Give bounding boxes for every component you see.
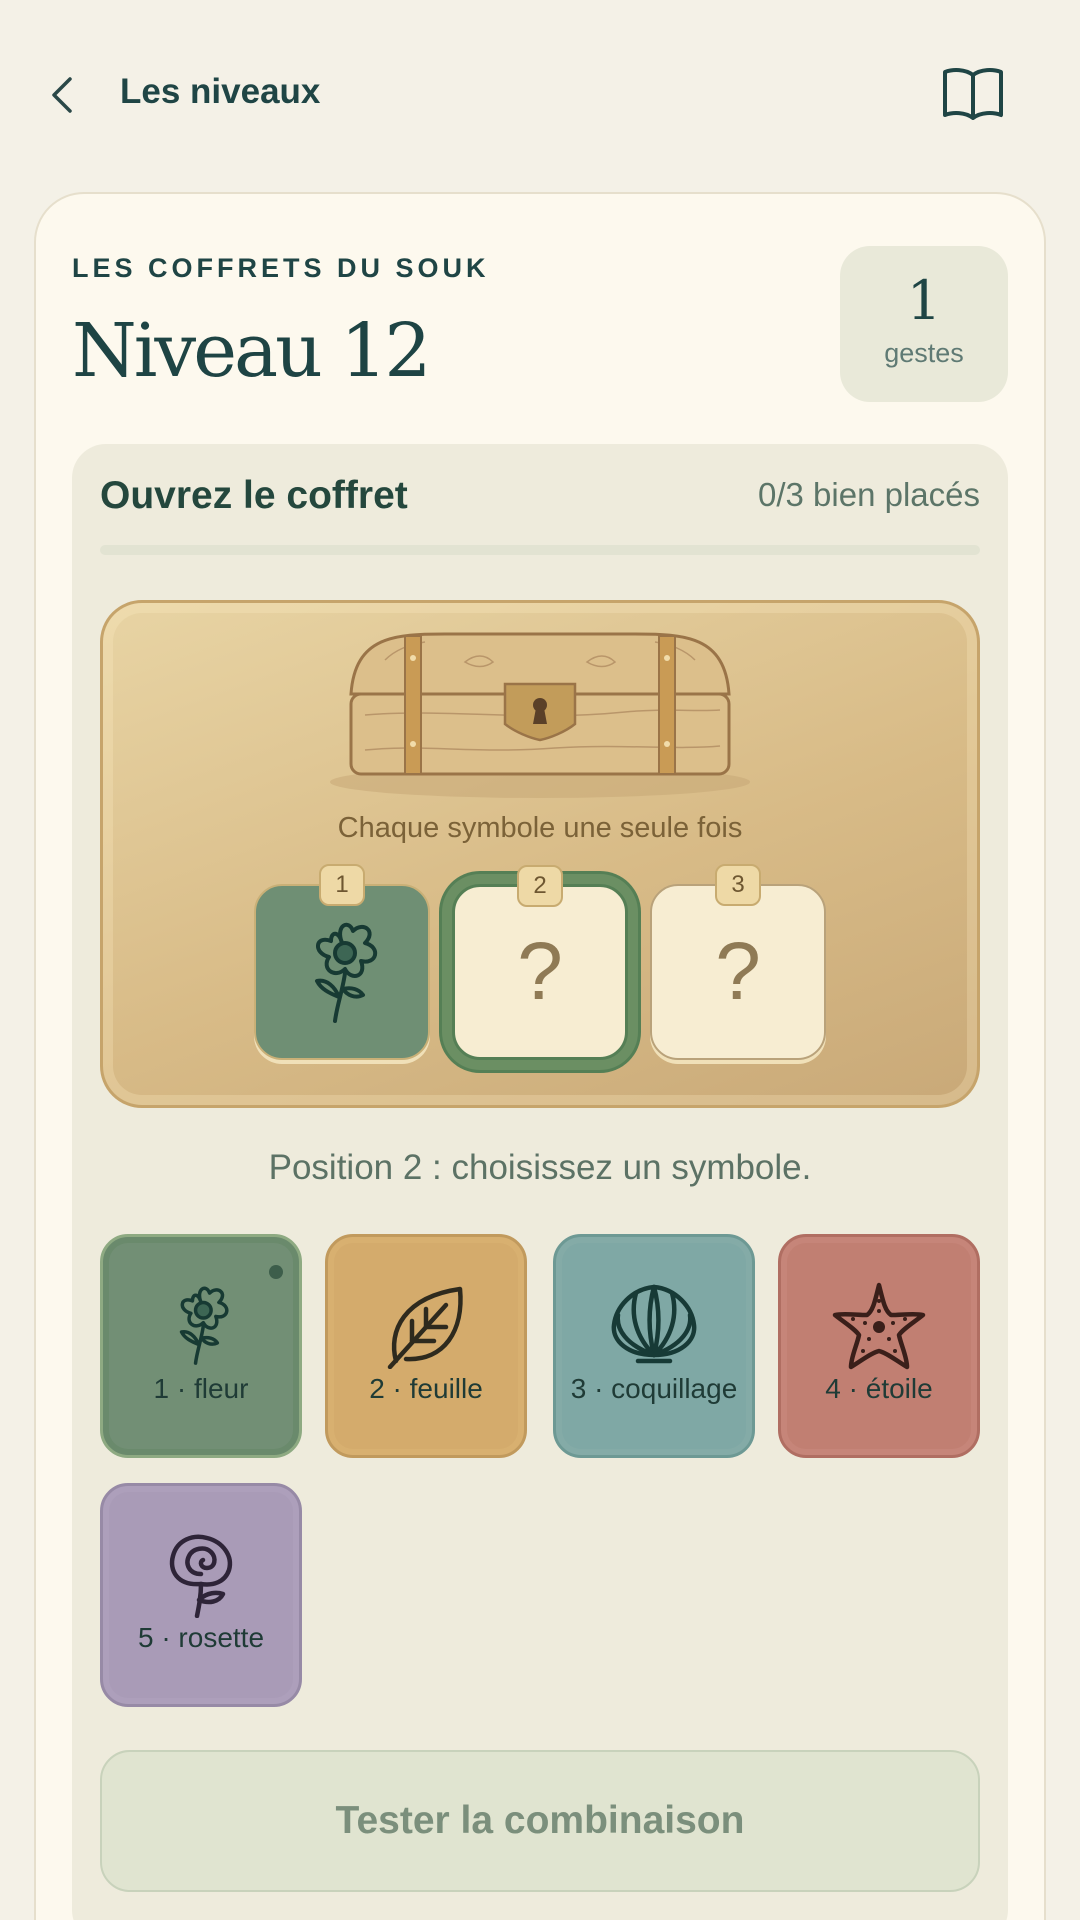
symbol-label: 1 · fleur: [153, 1373, 249, 1404]
puzzle-title: Ouvrez le coffret: [100, 474, 408, 517]
slot-placeholder: ?: [517, 926, 563, 1017]
symbol-button-coquillage[interactable]: 3 · coquillage: [553, 1234, 755, 1458]
code-slot-1[interactable]: 1: [254, 864, 430, 1060]
moves-label: gestes: [884, 338, 964, 368]
instruction-text: Position 2 : choisissez un symbole.: [268, 1148, 812, 1187]
slot-placeholder: ?: [715, 926, 761, 1017]
rose-icon: [169, 1534, 233, 1618]
code-slot-3[interactable]: 3 ?: [650, 864, 826, 1060]
flower-icon: [315, 922, 377, 1023]
shell-icon: [611, 1284, 697, 1364]
chevron-left-icon: [52, 77, 72, 113]
slot-number: 2: [517, 865, 563, 907]
moves-counter: 1 gestes: [840, 246, 1008, 402]
rule-text: Chaque symbole une seule fois: [337, 812, 743, 844]
starfish-icon: [832, 1282, 926, 1370]
placed-status: 0/3 bien placés: [758, 476, 980, 513]
back-label[interactable]: Les niveaux: [120, 72, 320, 112]
symbol-button-etoile[interactable]: 4 · étoile: [778, 1234, 980, 1458]
page-title: Niveau 12: [72, 308, 431, 394]
slot-number: 3: [715, 864, 761, 906]
moves-value: 1: [906, 269, 942, 332]
slot-number: 1: [319, 864, 365, 906]
test-combination-button[interactable]: Tester la combinaison: [100, 1750, 980, 1892]
top-bar: Les niveaux: [0, 0, 1080, 190]
symbol-button-fleur[interactable]: 1 · fleur: [100, 1234, 302, 1458]
leaf-icon: [387, 1286, 463, 1369]
treasure-chest-icon: [330, 632, 750, 798]
symbol-label: 5 · rosette: [137, 1622, 265, 1653]
code-slot-2[interactable]: 2 ?: [452, 865, 628, 1060]
open-book-icon: [943, 68, 1003, 120]
symbol-button-feuille[interactable]: 2 · feuille: [325, 1234, 527, 1458]
symbol-label: 2 · feuille: [369, 1373, 483, 1404]
rules-book-button[interactable]: [938, 62, 1008, 126]
progress-bar: [100, 545, 980, 555]
used-indicator: [269, 1265, 283, 1279]
symbol-label: 3 · coquillage: [570, 1373, 738, 1404]
symbol-button-rosette[interactable]: 5 · rosette: [100, 1483, 302, 1707]
flower-icon: [179, 1286, 229, 1365]
back-button[interactable]: [40, 70, 84, 120]
symbol-label: 4 · étoile: [825, 1373, 933, 1404]
level-kicker: LES COFFRETS DU SOUK: [72, 253, 490, 283]
